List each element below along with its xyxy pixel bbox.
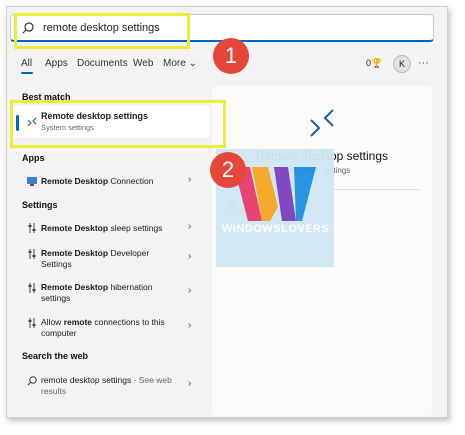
item-label: Connection	[108, 176, 154, 186]
callout-best-match	[10, 100, 226, 148]
item-label-prefix: Allow	[41, 317, 64, 327]
avatar[interactable]: K	[393, 55, 411, 73]
search-web-header: Search the web	[22, 351, 89, 361]
chevron-down-icon: ⌄	[188, 58, 197, 69]
tab-more-label: More	[163, 58, 186, 69]
tab-all[interactable]: All	[21, 58, 32, 69]
settings-header: Settings	[22, 200, 58, 210]
remote-desktop-icon	[310, 109, 334, 137]
list-item[interactable]: Remote Desktop Connection ›	[12, 174, 208, 190]
list-item[interactable]: Remote Desktop sleep settings ›	[12, 221, 208, 237]
apps-header: Apps	[22, 153, 45, 163]
logo-w-icon	[234, 167, 316, 221]
tab-documents[interactable]: Documents	[77, 58, 128, 69]
chevron-right-icon: ›	[188, 174, 192, 185]
chevron-right-icon: ›	[188, 221, 192, 232]
callout-search-box	[14, 13, 190, 49]
remote-desktop-connection-icon	[26, 175, 38, 187]
web-result-item[interactable]: remote desktop settings - See web result…	[12, 374, 208, 398]
item-label-bold: Remote Desktop	[41, 223, 109, 233]
search-icon	[26, 375, 38, 387]
item-label-bold: Remote Desktop	[41, 248, 109, 258]
settings-sliders-icon	[26, 317, 38, 329]
tab-more[interactable]: More ⌄	[163, 58, 197, 69]
item-label-bold: Remote Desktop	[41, 282, 109, 292]
web-query: remote desktop settings	[41, 375, 132, 385]
item-label-bold: remote	[63, 317, 93, 327]
chevron-right-icon: ›	[188, 320, 192, 331]
chevron-right-icon: ›	[188, 251, 192, 262]
rewards-points[interactable]: 0🏆	[366, 58, 382, 69]
item-label-bold: Remote Desktop	[41, 176, 109, 186]
settings-sliders-icon	[26, 222, 38, 234]
callout-badge-2: 2	[210, 152, 246, 188]
trophy-icon: 🏆	[371, 58, 383, 68]
watermark-text: WINDOWSLOVERS	[222, 223, 330, 235]
tab-web[interactable]: Web	[133, 58, 153, 69]
tab-all-indicator	[21, 72, 33, 74]
chevron-right-icon: ›	[188, 378, 192, 389]
callout-badge-1: 1	[213, 38, 249, 74]
settings-sliders-icon	[26, 248, 38, 260]
list-item[interactable]: Remote Desktop hibernation settings ›	[12, 281, 208, 305]
list-item[interactable]: Allow remote connections to this compute…	[12, 316, 208, 340]
tab-apps[interactable]: Apps	[45, 58, 68, 69]
item-label: sleep settings	[108, 223, 163, 233]
more-options-icon[interactable]: ···	[418, 57, 429, 69]
chevron-right-icon: ›	[188, 285, 192, 296]
list-item[interactable]: Remote Desktop Developer Settings ›	[12, 247, 208, 271]
settings-sliders-icon	[26, 282, 38, 294]
